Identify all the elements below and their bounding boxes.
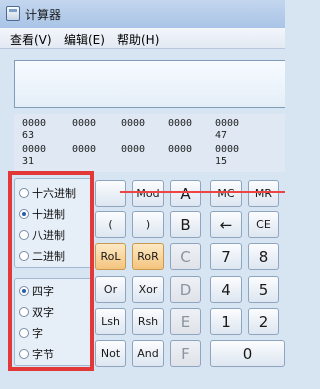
digit-7-button[interactable]: 7 [210,243,242,270]
bit-group: 0000 [168,144,193,155]
window-title: 计算器 [25,8,62,22]
bit-group: 0000 [22,118,47,129]
menu-help[interactable]: 帮助(H) [117,31,159,48]
hex-c-button[interactable]: C [170,243,201,270]
bit-display: 0000 0000 0000 0000 0000 63 47 0000 0000… [14,114,285,172]
bit-position-label: 47 [215,130,228,141]
menu-bar: 查看(V) 编辑(E) 帮助(H) [0,28,285,49]
mr-button[interactable]: MR [248,180,279,207]
digit-0-button[interactable]: 0 [210,340,285,367]
hex-d-button[interactable]: D [170,276,201,303]
not-button[interactable]: Not [95,340,126,367]
bit-group: 0000 [121,118,146,129]
digit-2-button[interactable]: 2 [248,308,279,335]
bit-group: 0000 [22,144,47,155]
lsh-button[interactable]: Lsh [95,308,126,335]
or-button[interactable]: Or [95,276,126,303]
bit-group: 0000 [72,144,97,155]
digit-4-button[interactable]: 4 [210,276,242,303]
result-display [14,60,285,108]
rol-button[interactable]: RoL [95,243,126,270]
blank-key[interactable] [95,180,126,207]
backspace-button[interactable]: ← [210,211,242,238]
digit-5-button[interactable]: 5 [248,276,279,303]
bit-group: 0000 [121,144,146,155]
mc-button[interactable]: MC [210,180,242,207]
hex-f-button[interactable]: F [170,340,201,367]
bit-position-label: 15 [215,156,228,167]
bit-position-label: 31 [22,156,35,167]
mod-button[interactable]: Mod [132,180,164,207]
bit-position-label: 63 [22,130,35,141]
menu-edit[interactable]: 编辑(E) [64,31,105,48]
bit-group: 0000 [168,118,193,129]
menu-view[interactable]: 查看(V) [10,31,52,48]
left-paren-button[interactable]: ( [95,211,126,238]
calculator-icon [6,6,20,21]
and-button[interactable]: And [132,340,164,367]
xor-button[interactable]: Xor [132,276,164,303]
bit-group: 0000 [215,118,240,129]
right-paren-button[interactable]: ) [132,211,164,238]
hex-b-button[interactable]: B [170,211,201,238]
title-bar: 计算器 [0,0,285,28]
bit-group: 0000 [215,144,240,155]
bit-group: 0000 [72,118,97,129]
ror-button[interactable]: RoR [132,243,164,270]
ce-button[interactable]: CE [248,211,279,238]
rsh-button[interactable]: Rsh [132,308,164,335]
digit-1-button[interactable]: 1 [210,308,242,335]
red-line [120,191,285,193]
hex-a-button[interactable]: A [170,180,201,207]
hex-e-button[interactable]: E [170,308,201,335]
highlight-box [8,171,94,371]
digit-8-button[interactable]: 8 [248,243,279,270]
